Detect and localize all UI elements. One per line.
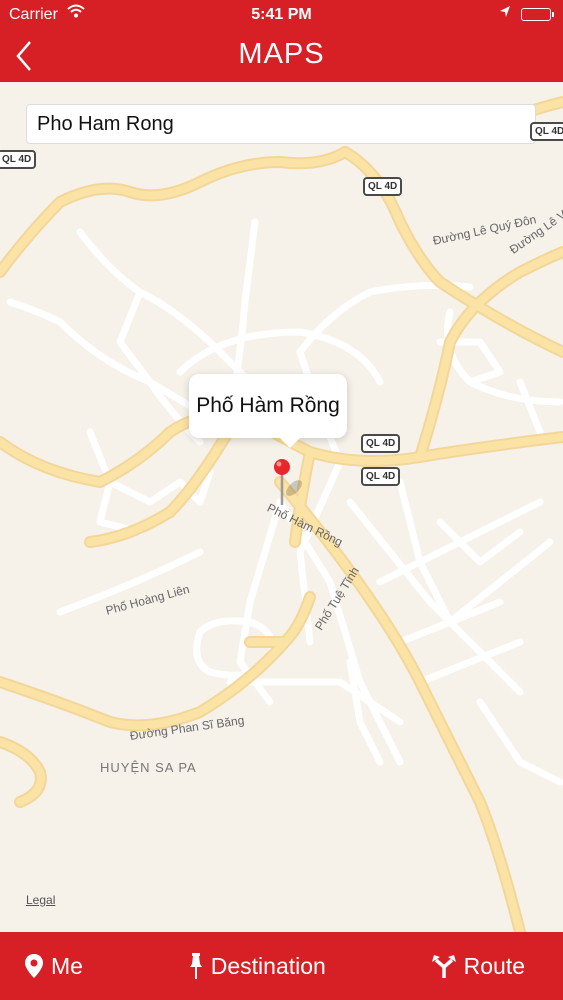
tab-destination-label: Destination <box>210 952 326 979</box>
legal-link[interactable]: Legal <box>26 893 55 907</box>
highway-shield: QL 4D <box>361 434 401 453</box>
map-pin-icon[interactable] <box>270 457 302 517</box>
push-pin-icon <box>189 953 202 979</box>
location-callout[interactable]: Phố Hàm Rồng <box>189 374 347 448</box>
tab-me-label: Me <box>51 952 83 979</box>
location-arrow-icon <box>499 5 511 24</box>
nav-bar: MAPS <box>0 30 563 82</box>
battery-icon <box>521 8 554 21</box>
page-title: MAPS <box>238 38 325 70</box>
highway-shield: QL 4D <box>361 467 401 486</box>
district-label: HUYỆN SA PA <box>100 760 197 775</box>
location-pin-icon <box>25 954 43 978</box>
search-input[interactable] <box>26 104 536 144</box>
tab-me[interactable]: Me <box>24 953 83 980</box>
tab-route-label: Route <box>463 952 525 979</box>
status-bar: Carrier 5:41 PM <box>0 0 563 30</box>
callout-label: Phố Hàm Rồng <box>196 394 340 417</box>
highway-shield: QL 4D <box>0 150 37 169</box>
highway-shield: QL 4D <box>530 122 563 141</box>
highway-shield: QL 4D <box>363 177 403 196</box>
tab-destination[interactable]: Destination <box>188 952 326 980</box>
route-directions-icon <box>431 955 456 978</box>
tab-route[interactable]: Route <box>431 953 525 980</box>
clock-label: 5:41 PM <box>251 6 312 23</box>
tab-bar: Me Destination Route <box>0 932 563 1000</box>
map-view[interactable]: QL 4D QL 4D QL 4D QL 4D QL 4D Đường Lê Q… <box>0 82 563 932</box>
